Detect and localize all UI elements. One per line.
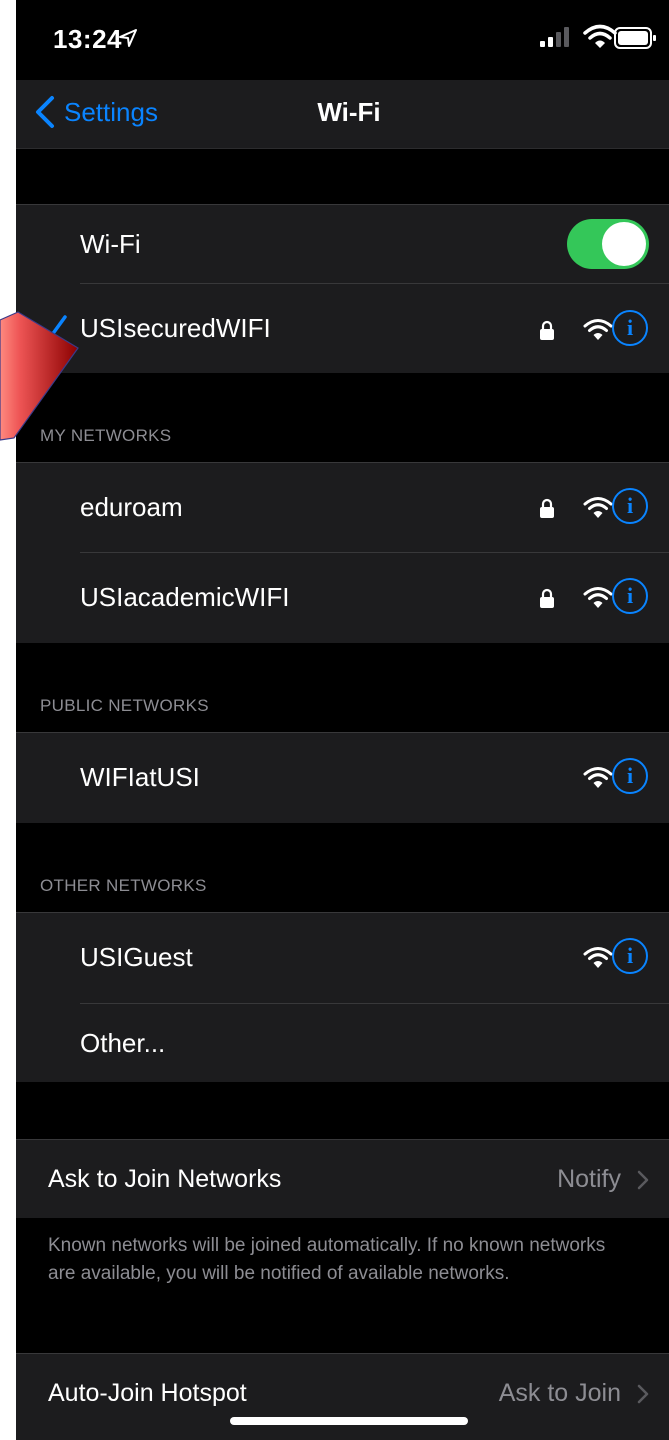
info-icon[interactable]: i (612, 938, 648, 974)
network-row[interactable]: eduroam i (16, 463, 669, 552)
wifi-group: Wi-Fi USIsecuredWIFI i (16, 204, 669, 373)
network-row[interactable]: WIFIatUSI i (16, 733, 669, 822)
section-header-other-networks: OTHER NETWORKS (40, 876, 207, 895)
other-network-row[interactable]: Other... (16, 1004, 669, 1082)
ask-to-join-group: Ask to Join Networks Notify (16, 1139, 669, 1218)
status-bar: 13:24 (16, 0, 669, 80)
network-row[interactable]: USIacademicWIFI i (16, 553, 669, 642)
info-icon[interactable]: i (612, 758, 648, 794)
lock-icon (540, 498, 554, 518)
chevron-right-icon (637, 1384, 649, 1404)
network-row[interactable]: USIGuest i (16, 913, 669, 1002)
auto-join-hotspot-label: Auto-Join Hotspot (48, 1379, 247, 1407)
wifi-toggle-label: Wi-Fi (80, 229, 141, 259)
section-header-public-networks: PUBLIC NETWORKS (40, 696, 209, 715)
auto-join-hotspot-group: Auto-Join Hotspot Ask to Join (16, 1353, 669, 1440)
cellular-signal-icon (540, 27, 569, 47)
location-arrow-icon (119, 29, 137, 47)
phone-screen: 13:24 Settings Wi-Fi Wi-Fi USIsecuredWIF… (16, 0, 669, 1440)
lock-icon (540, 588, 554, 608)
network-name: USIsecuredWIFI (80, 313, 271, 343)
battery-icon (614, 27, 656, 49)
ask-to-join-footnote: Known networks will be joined automatica… (48, 1235, 606, 1284)
other-network-label: Other... (80, 1028, 166, 1058)
ask-to-join-label: Ask to Join Networks (48, 1165, 282, 1193)
annotation-arrow (0, 311, 79, 441)
wifi-icon (583, 587, 613, 608)
connected-network-row[interactable]: USIsecuredWIFI i (16, 284, 669, 373)
ask-to-join-row[interactable]: Ask to Join Networks Notify (16, 1140, 669, 1218)
other-networks-group: USIGuest i Other... (16, 912, 669, 1082)
network-name: eduroam (80, 492, 183, 522)
my-networks-group: eduroam i USIacademicWIFI i (16, 462, 669, 643)
info-icon[interactable]: i (612, 310, 648, 346)
chevron-right-icon (637, 1170, 649, 1190)
wifi-toggle-row: Wi-Fi (16, 205, 669, 283)
info-icon[interactable]: i (612, 488, 648, 524)
network-name: USIacademicWIFI (80, 582, 290, 612)
wifi-icon (583, 319, 613, 340)
home-indicator (230, 1417, 468, 1425)
page-title: Wi-Fi (317, 97, 381, 127)
network-name: WIFIatUSI (80, 762, 200, 792)
status-time: 13:24 (53, 24, 122, 54)
wifi-icon (583, 24, 617, 48)
wifi-toggle-switch[interactable] (567, 219, 649, 269)
wifi-icon (583, 767, 613, 788)
network-name: USIGuest (80, 942, 193, 972)
toggle-knob (602, 222, 646, 266)
wifi-icon (583, 497, 613, 518)
ask-to-join-value: Notify (557, 1165, 621, 1193)
public-networks-group: WIFIatUSI i (16, 732, 669, 823)
wifi-icon (583, 947, 613, 968)
info-icon[interactable]: i (612, 578, 648, 614)
auto-join-hotspot-value: Ask to Join (498, 1379, 621, 1407)
lock-icon (540, 320, 554, 340)
navigation-bar: Settings Wi-Fi (16, 80, 669, 149)
